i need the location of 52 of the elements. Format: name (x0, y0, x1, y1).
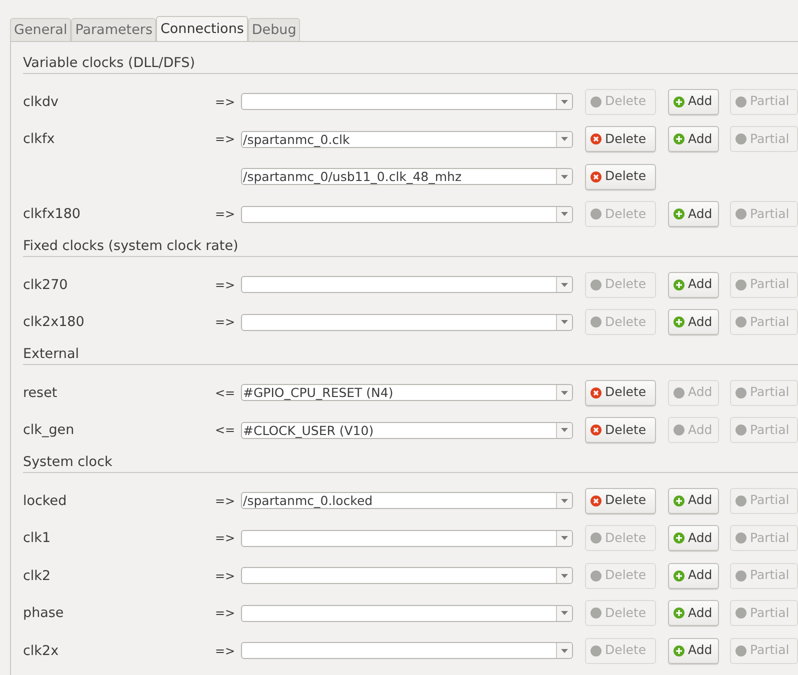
delete-button[interactable]: Delete (585, 380, 656, 406)
tab[interactable]: Parameters (71, 18, 156, 41)
section-heading: Fixed clocks (system clock rate) (23, 236, 238, 256)
direction-arrow: => (215, 531, 236, 546)
port-name: locked (23, 492, 67, 509)
add-button[interactable]: Add (668, 600, 719, 626)
direction-arrow: => (215, 606, 236, 620)
port-name: clkfx180 (23, 206, 81, 222)
port-name: phase (23, 605, 64, 622)
add-button[interactable]: Add (668, 638, 719, 664)
port-name: clkfx (23, 131, 55, 148)
combo-box[interactable]: /spartanmc_0.locked (241, 492, 573, 510)
direction-arrow: => (215, 278, 236, 292)
port-name: reset (23, 384, 58, 401)
port-name: clk2 (23, 568, 51, 584)
section-heading: External (23, 344, 80, 364)
delete-button[interactable]: Delete (585, 164, 656, 190)
section-heading: Variable clocks (DLL/DFS) (23, 54, 195, 73)
add-button[interactable]: Add (668, 525, 719, 552)
add-button[interactable]: Add (668, 88, 719, 115)
port-name: clk_gen (23, 422, 74, 438)
direction-arrow: => (215, 568, 236, 583)
port-name: clk270 (23, 276, 68, 293)
direction-arrow: => (215, 94, 236, 109)
tab[interactable]: General (10, 18, 72, 41)
combo-box[interactable]: #GPIO_CPU_RESET (N4) (241, 384, 573, 402)
tab[interactable]: Connections (156, 16, 248, 41)
direction-arrow: => (215, 315, 236, 330)
tab[interactable]: Debug (248, 18, 300, 41)
direction-arrow: => (215, 207, 236, 222)
port-name: clkdv (23, 94, 59, 110)
direction-arrow: => (215, 644, 236, 658)
direction-arrow: <= (215, 423, 236, 438)
add-button[interactable]: Add (668, 309, 719, 336)
port-name: clk2x180 (23, 314, 84, 330)
port-name: clk1 (23, 530, 51, 546)
combo-box[interactable]: /spartanmc_0.clk (241, 130, 573, 148)
direction-arrow: <= (215, 386, 236, 400)
direction-arrow: => (215, 494, 236, 508)
direction-arrow: => (215, 132, 236, 146)
delete-button[interactable]: Delete (585, 488, 656, 514)
combo-box[interactable]: /spartanmc_0/usb11_0.clk_48_mhz (241, 168, 573, 186)
section-heading: System clock (23, 452, 112, 472)
port-name: clk2x (23, 642, 59, 659)
delete-button[interactable]: Delete (585, 126, 656, 152)
add-button[interactable]: Add (668, 562, 719, 589)
add-button[interactable]: Add (668, 126, 719, 152)
delete-button[interactable]: Delete (585, 417, 656, 444)
combo-box[interactable]: #CLOCK_USER (V10) (241, 422, 573, 439)
add-button[interactable]: Add (668, 272, 719, 298)
add-button[interactable]: Add (668, 488, 719, 514)
add-button[interactable]: Add (668, 201, 719, 228)
